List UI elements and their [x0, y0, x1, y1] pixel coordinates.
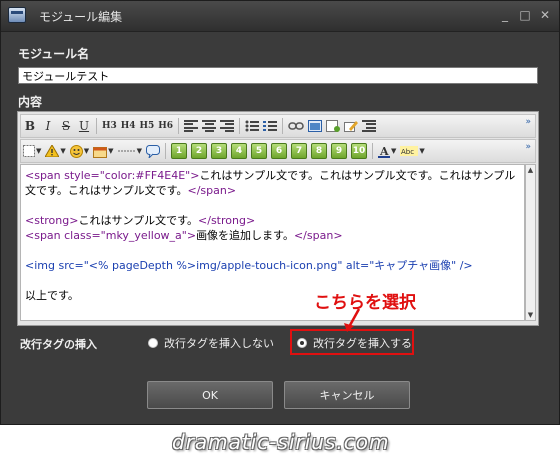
numbered-list-icon[interactable] [262, 117, 278, 135]
box-style-3-button[interactable]: 3 [210, 143, 227, 159]
horizontal-rule-icon[interactable]: ▼ [117, 142, 143, 160]
link-icon[interactable] [287, 117, 305, 135]
editor-line-2: <strong>これはサンプル文です。</strong> [25, 214, 256, 227]
editor-content-area[interactable]: <span style="color:#FF4E4E">これはサンプル文です。こ… [20, 164, 525, 321]
radio-option-no-linebreak[interactable]: 改行タグを挿入しない [148, 335, 274, 351]
editor-line-5: 以上です。 [25, 289, 79, 302]
toolbar-separator [178, 118, 180, 134]
watermark: dramatic-sirius.com [172, 430, 390, 454]
toolbar-more-button-2[interactable]: » [525, 142, 531, 152]
toolbar-separator [164, 143, 166, 159]
cancel-button[interactable]: キャンセル [284, 381, 410, 409]
radio-no-linebreak[interactable] [148, 338, 158, 348]
scroll-down-icon[interactable]: ▼ [526, 310, 535, 320]
indent-icon[interactable] [361, 117, 377, 135]
radio-no-linebreak-label: 改行タグを挿入しない [164, 337, 274, 350]
align-center-icon[interactable] [201, 117, 217, 135]
linebreak-label: 改行タグの挿入 [20, 338, 97, 351]
scroll-up-icon[interactable]: ▲ [526, 165, 535, 175]
h3-button[interactable]: H3 [101, 117, 118, 135]
toolbar-row-1: B I S U H3 H4 H5 H6 » [20, 114, 536, 138]
align-left-icon[interactable] [183, 117, 199, 135]
box-style-9-button[interactable]: 9 [330, 143, 347, 159]
h4-button[interactable]: H4 [120, 117, 137, 135]
annotation-arrow-icon [344, 308, 361, 332]
close-button[interactable]: ✕ [537, 7, 553, 23]
toolbar-separator [239, 118, 241, 134]
image-icon[interactable] [307, 117, 323, 135]
rich-text-editor: B I S U H3 H4 H5 H6 » ▼ ▼ ▼ ▼ ▼ 1 2 3 4 … [17, 111, 539, 326]
box-style-2-button[interactable]: 2 [190, 143, 207, 159]
module-name-label: モジュール名 [18, 47, 90, 61]
editor-line-1: <span style="color:#FF4E4E">これはサンプル文です。こ… [25, 169, 516, 197]
toolbar-separator [371, 143, 373, 159]
app-icon [8, 7, 26, 23]
toolbar-separator [96, 118, 97, 134]
minimize-button[interactable]: _ [497, 7, 513, 23]
emoticon-icon[interactable]: ▼ [69, 142, 90, 160]
title-bar[interactable]: モジュール編集 _ □ ✕ [1, 1, 559, 32]
italic-button[interactable]: I [40, 117, 56, 135]
speech-bubble-icon[interactable] [145, 142, 161, 160]
h5-button[interactable]: H5 [139, 117, 156, 135]
box-style-4-button[interactable]: 4 [230, 143, 247, 159]
font-color-icon[interactable]: A ▼ [377, 142, 397, 160]
border-icon[interactable]: ▼ [22, 142, 42, 160]
editor-line-4: <img src="<% pageDepth %>img/apple-touch… [25, 259, 473, 272]
module-name-input[interactable] [18, 67, 538, 84]
editor-scrollbar[interactable]: ▲ ▼ [525, 164, 536, 321]
box-style-7-button[interactable]: 7 [290, 143, 307, 159]
toolbar-row-2: ▼ ▼ ▼ ▼ ▼ 1 2 3 4 5 6 7 8 9 10 A ▼ Abc ▼… [20, 139, 536, 163]
box-style-8-button[interactable]: 8 [310, 143, 327, 159]
bold-button[interactable]: B [22, 117, 38, 135]
box-style-1-button[interactable]: 1 [170, 143, 187, 159]
box-style-6-button[interactable]: 6 [270, 143, 287, 159]
insert-table-icon[interactable] [325, 117, 341, 135]
align-right-icon[interactable] [219, 117, 235, 135]
ok-button[interactable]: OK [147, 381, 273, 409]
window-title: モジュール編集 [39, 10, 123, 24]
content-label: 内容 [18, 95, 43, 109]
highlight-color-icon[interactable]: Abc ▼ [399, 142, 425, 160]
toolbar-separator [282, 118, 284, 134]
editor-line-3: <span class="mky_yellow_a">画像を追加します。</sp… [25, 229, 343, 242]
module-edit-dialog: モジュール編集 _ □ ✕ モジュール名 内容 B I S U H3 H4 H5… [0, 0, 560, 425]
h6-button[interactable]: H6 [157, 117, 174, 135]
strikethrough-button[interactable]: S [58, 117, 74, 135]
edit-style-icon[interactable] [343, 117, 359, 135]
toolbar-more-button[interactable]: » [525, 117, 531, 127]
annotation-text: こちらを選択 [314, 293, 416, 313]
calendar-icon[interactable]: ▼ [92, 142, 114, 160]
box-style-10-button[interactable]: 10 [350, 143, 367, 159]
bullet-list-icon[interactable] [244, 117, 260, 135]
svg-text:Abc: Abc [401, 148, 414, 156]
box-style-5-button[interactable]: 5 [250, 143, 267, 159]
underline-button[interactable]: U [76, 117, 92, 135]
warning-icon[interactable]: ▼ [44, 142, 66, 160]
maximize-button[interactable]: □ [517, 7, 533, 23]
